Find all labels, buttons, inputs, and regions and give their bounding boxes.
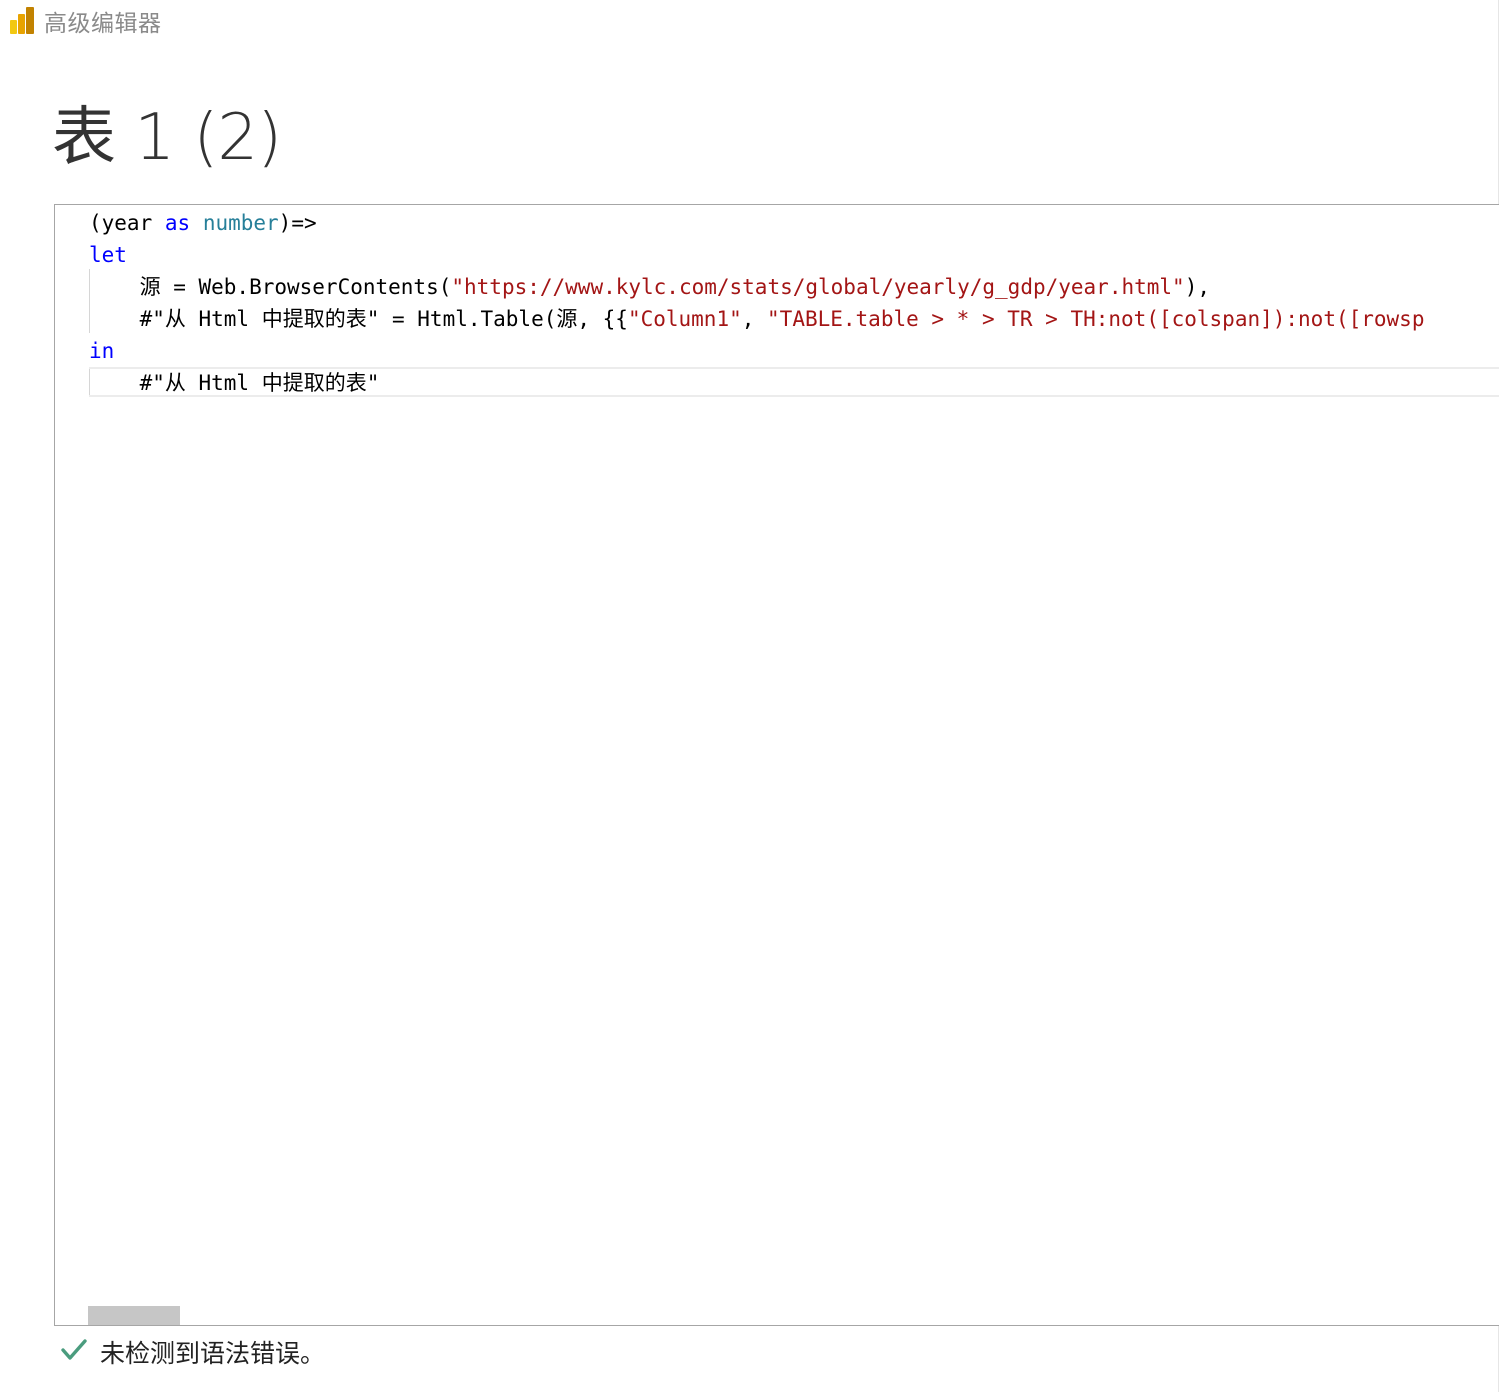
horizontal-scrollbar-thumb[interactable] [88, 1306, 180, 1325]
code-token: #"从 Html 中提取的表" = Html.Table(源, {{ [89, 307, 628, 331]
window-title: 高级编辑器 [44, 11, 162, 37]
code-token: in [89, 339, 115, 363]
code-line-1[interactable]: (year as number)=> [89, 207, 317, 239]
code-line-4[interactable]: #"从 Html 中提取的表" = Html.Table(源, {{"Colum… [89, 303, 1425, 335]
status-message: 未检测到语法错误。 [100, 1339, 326, 1368]
code-token: "Column1" [627, 307, 742, 331]
code-token: number [202, 211, 279, 235]
code-token: (year [89, 211, 165, 235]
code-line-2[interactable]: let [89, 239, 127, 271]
code-token: #"从 Html 中提取的表" [89, 371, 380, 395]
checkmark-icon [61, 1339, 87, 1360]
code-token: let [89, 243, 127, 267]
code-token: 源 = Web.BrowserContents( [89, 275, 452, 299]
code-line-5[interactable]: in [89, 335, 114, 367]
code-token: "TABLE.table > * > TR > TH:not([colspan]… [767, 307, 1425, 331]
title-bar: 高级编辑器 [0, 0, 1499, 44]
code-token: )=> [278, 211, 317, 235]
code-token: , [741, 307, 768, 331]
query-title: 表 1 (2) [52, 101, 282, 175]
power-bi-logo-icon [10, 7, 34, 34]
code-token: "https://www.kylc.com/stats/global/yearl… [451, 275, 1185, 299]
code-line-6[interactable]: #"从 Html 中提取的表" [89, 367, 380, 399]
code-token: as [164, 211, 191, 235]
code-line-3[interactable]: 源 = Web.BrowserContents("https://www.kyl… [89, 271, 1210, 303]
code-editor[interactable]: (year as number)=> let 源 = Web.BrowserCo… [54, 204, 1499, 1326]
code-token: ), [1184, 275, 1210, 299]
